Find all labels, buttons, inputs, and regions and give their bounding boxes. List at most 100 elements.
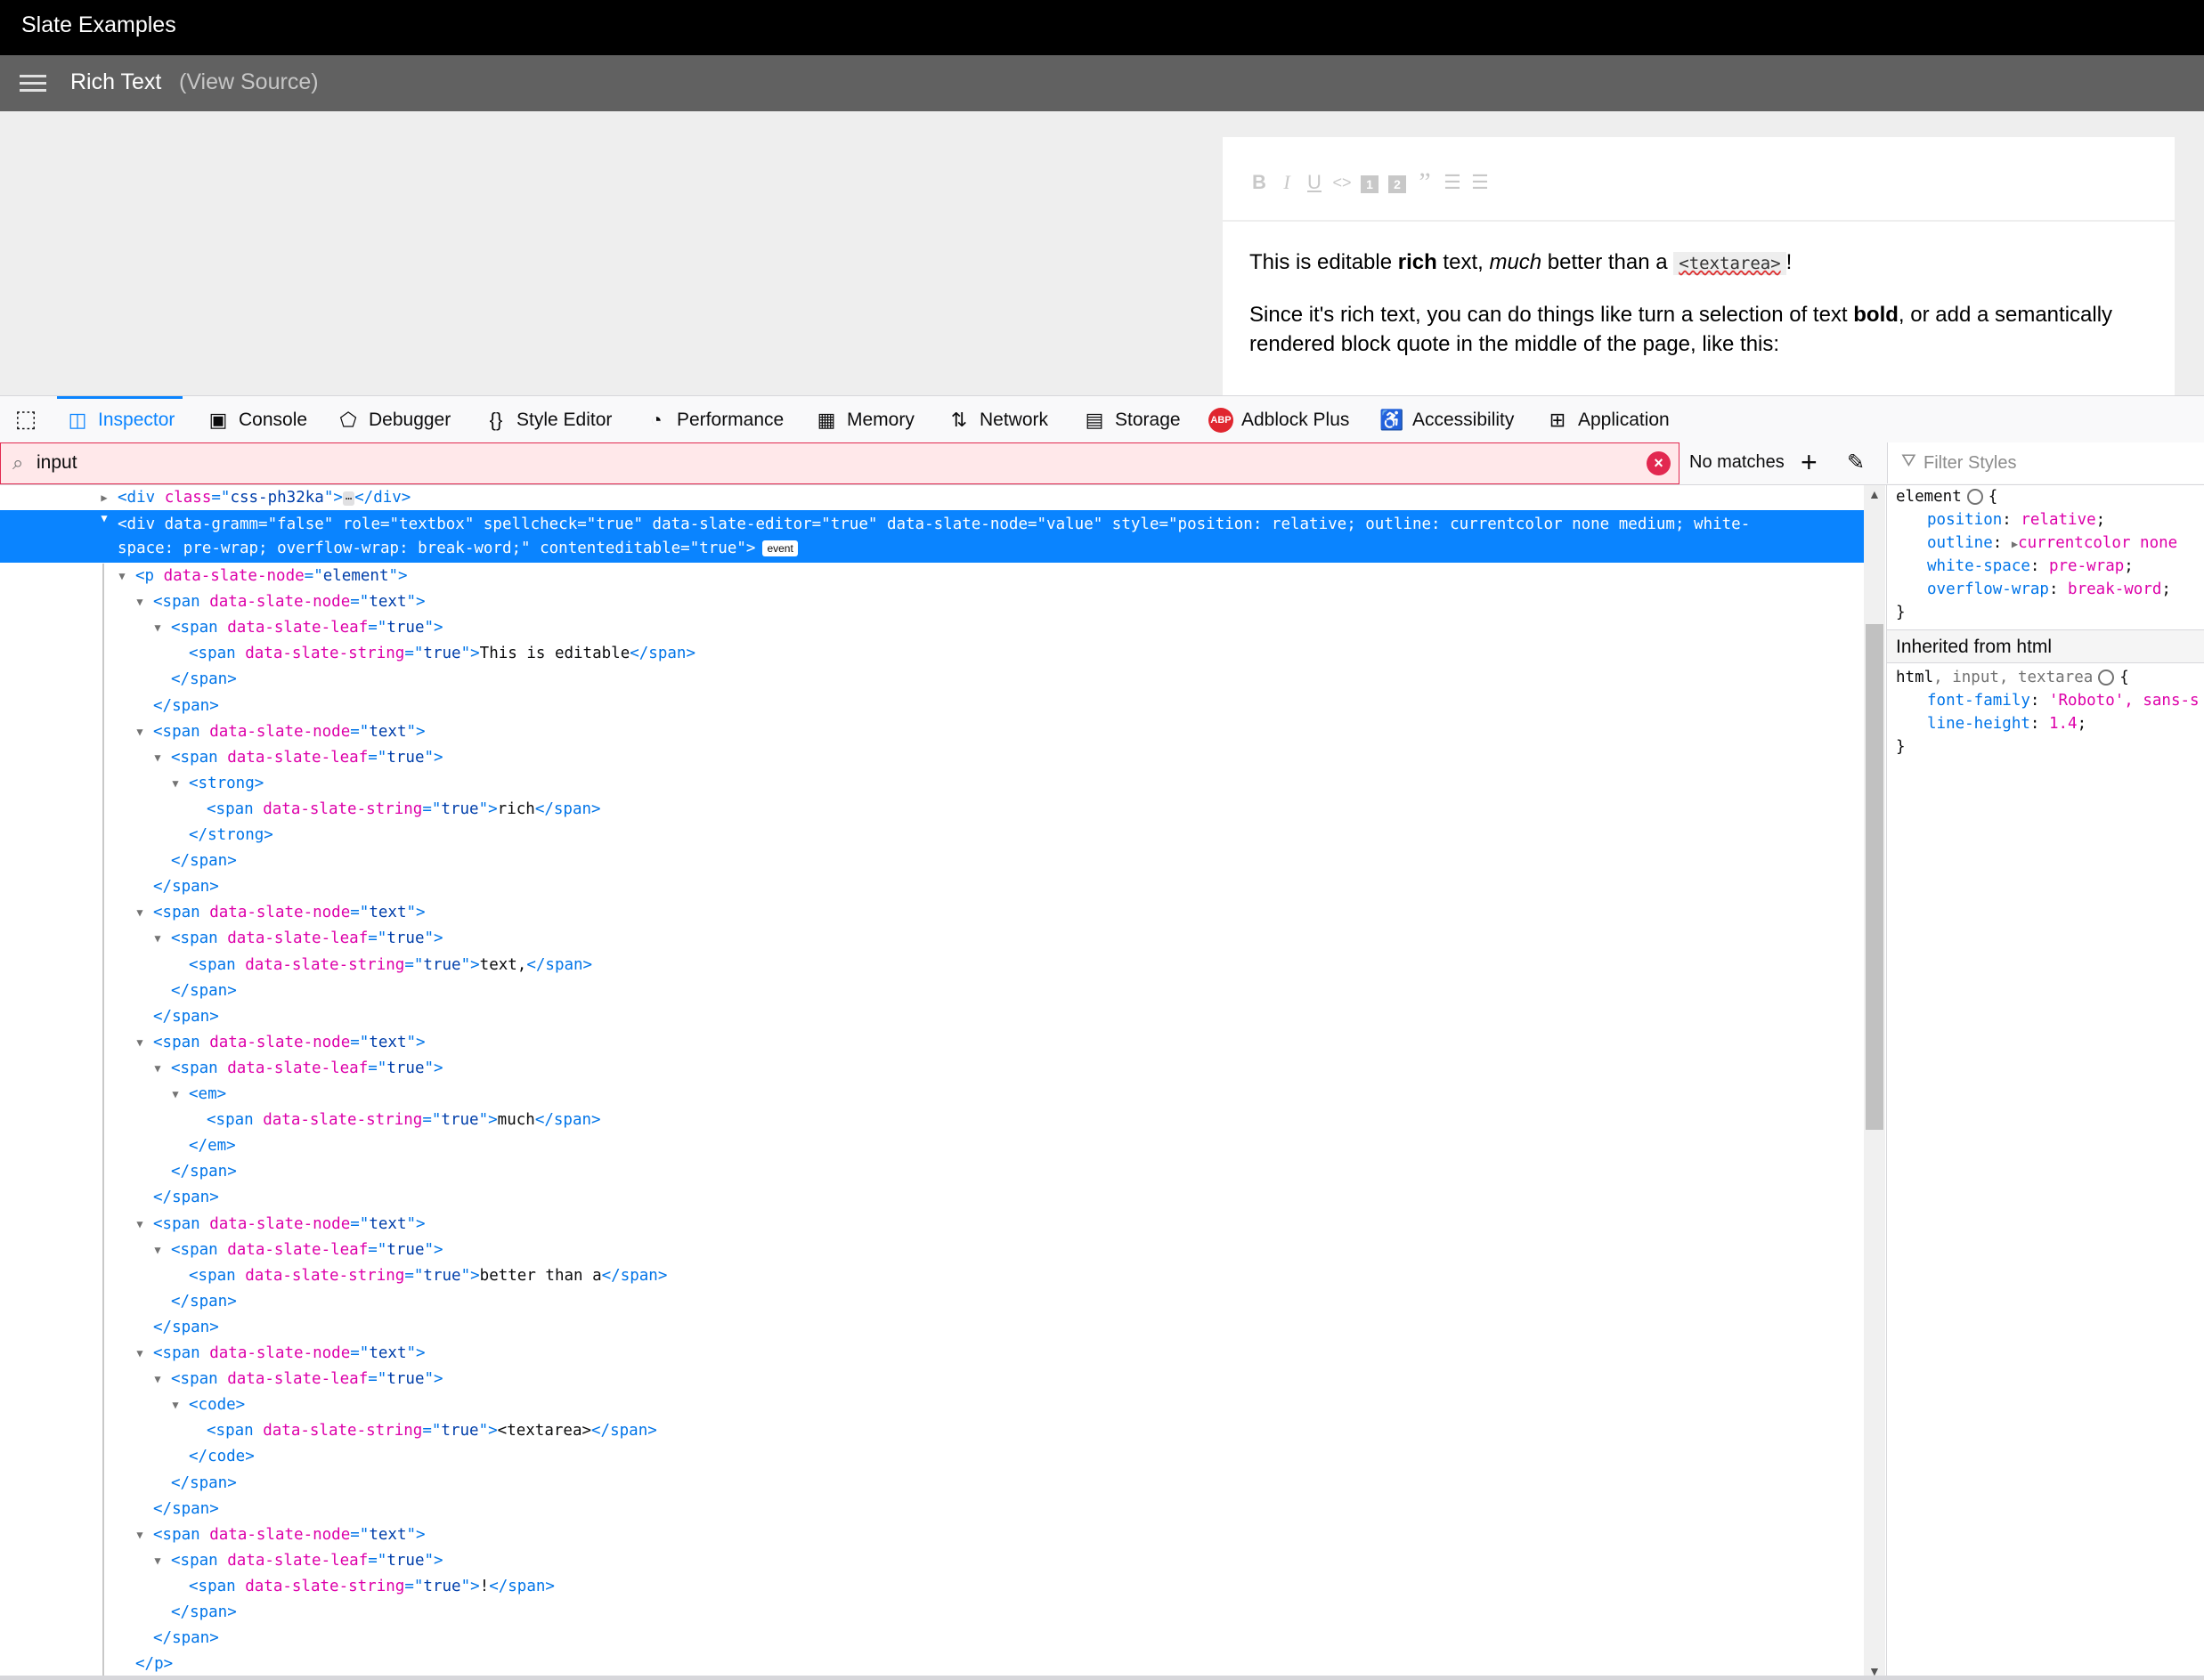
expand-twisty-icon[interactable]: ▼ — [134, 1341, 146, 1367]
markup-node[interactable]: ▼ <span data-slate-node="text"> — [0, 1030, 1864, 1056]
bulleted-list-button[interactable]: ☰ — [1467, 169, 1493, 196]
markup-node[interactable]: ▼ <span data-slate-node="text"> — [0, 589, 1864, 615]
markup-node[interactable]: </span> — [0, 1289, 1864, 1315]
numbered-list-button[interactable]: ☰ — [1439, 169, 1466, 196]
markup-node[interactable]: </span> — [0, 1315, 1864, 1341]
tab-network[interactable]: ⇅ Network — [947, 396, 1048, 443]
markup-node[interactable]: <span data-slate-string="true"><textarea… — [0, 1418, 1864, 1444]
selected-node[interactable]: ▼ <div data-gramm="false" role="textbox"… — [0, 510, 1864, 563]
expand-twisty-icon[interactable]: ▼ — [169, 1392, 182, 1418]
markup-node[interactable]: ▼ <span data-slate-leaf="true"> — [0, 615, 1864, 641]
heading-one-button[interactable]: 1 — [1356, 169, 1383, 196]
markup-node[interactable]: ▼ <span data-slate-node="text"> — [0, 900, 1864, 926]
markup-node[interactable]: </span> — [0, 1185, 1864, 1211]
tab-style-editor[interactable]: {} Style Editor — [484, 396, 613, 443]
heading-two-button[interactable]: 2 — [1384, 169, 1411, 196]
markup-node[interactable]: ▼ <p data-slate-node="element"> — [0, 564, 1864, 589]
clear-search-icon[interactable]: × — [1647, 451, 1671, 475]
gear-icon[interactable] — [2098, 670, 2115, 686]
markup-node[interactable]: ▼ <span data-slate-leaf="true"> — [0, 1367, 1864, 1392]
markup-node[interactable]: </span> — [0, 1471, 1864, 1497]
markup-node[interactable]: </code> — [0, 1444, 1864, 1470]
markup-node[interactable]: ▼ <span data-slate-leaf="true"> — [0, 1548, 1864, 1574]
markup-node[interactable]: <span data-slate-string="true">This is e… — [0, 641, 1864, 667]
tab-application[interactable]: ⊞ Application — [1545, 396, 1670, 443]
tab-console[interactable]: ▣ Console — [206, 396, 307, 443]
expand-twisty-icon[interactable]: ▼ — [151, 1548, 164, 1574]
markup-node[interactable]: </em> — [0, 1133, 1864, 1159]
rule-prop-position[interactable]: position: relative; — [1927, 508, 2105, 532]
expand-twisty-icon[interactable]: ▼ — [151, 926, 164, 952]
markup-node[interactable]: ▶ <div class="css-ph32ka"> ⋯ </div> — [0, 485, 1864, 511]
gear-icon[interactable] — [1966, 489, 1983, 505]
event-badge[interactable]: event — [762, 540, 798, 556]
tab-adblock-plus[interactable]: ABP Adblock Plus — [1208, 396, 1349, 443]
markup-node[interactable]: </span> — [0, 694, 1864, 719]
search-html-input[interactable] — [37, 450, 1622, 476]
expand-twisty-icon[interactable]: ▶ — [98, 485, 110, 511]
markup-node[interactable]: </span> — [0, 1497, 1864, 1522]
expand-twisty-icon[interactable]: ▼ — [134, 1212, 146, 1238]
tab-memory[interactable]: ▦ Memory — [814, 396, 915, 443]
tab-accessibility[interactable]: ♿ Accessibility — [1379, 396, 1514, 443]
block-quote-button[interactable]: ” — [1411, 169, 1438, 196]
underline-button[interactable]: U — [1301, 169, 1328, 196]
tab-performance[interactable]: ◔ Performance — [644, 396, 784, 443]
scrollbar-thumb[interactable] — [1866, 624, 1883, 1130]
markup-node[interactable]: </span> — [0, 1600, 1864, 1626]
expand-twisty-icon[interactable]: ▼ — [169, 1082, 182, 1108]
menu-icon[interactable] — [20, 75, 46, 93]
tab-inspector[interactable]: ◫ Inspector — [56, 396, 183, 443]
rule-prop-outline[interactable]: outline: ▶currentcolor none — [1927, 532, 2177, 555]
element-picker-icon[interactable]: ⬚ — [11, 405, 41, 435]
eyedropper-icon[interactable]: ✎ — [1847, 450, 1865, 475]
editor-content[interactable]: This is editable rich text, much better … — [1249, 248, 2149, 380]
expand-twisty-icon[interactable]: ▼ — [98, 512, 110, 524]
markup-node[interactable]: ▼ <span data-slate-node="text"> — [0, 1522, 1864, 1548]
markup-scrollbar[interactable]: ▲ ▼ — [1864, 485, 1885, 1680]
markup-node[interactable]: </p> — [0, 1652, 1864, 1677]
code-button[interactable]: <> — [1329, 169, 1355, 196]
markup-node[interactable]: </span> — [0, 874, 1864, 900]
italic-button[interactable]: I — [1273, 169, 1300, 196]
expand-twisty-icon[interactable]: ▼ — [169, 771, 182, 797]
collapsed-children-badge[interactable]: ⋯ — [342, 491, 355, 506]
markup-node[interactable]: </span> — [0, 1004, 1864, 1030]
expand-twisty-icon[interactable]: ▼ — [134, 1522, 146, 1548]
expand-twisty-icon[interactable]: ▼ — [134, 719, 146, 745]
filter-styles-input[interactable] — [1923, 450, 2191, 476]
expand-arrow-icon[interactable]: ▶ — [2012, 538, 2018, 550]
expand-twisty-icon[interactable]: ▼ — [151, 745, 164, 771]
rule-prop-font-family[interactable]: font-family: 'Roboto', sans-s — [1927, 689, 2200, 712]
expand-twisty-icon[interactable]: ▼ — [116, 564, 128, 589]
markup-node[interactable]: <span data-slate-string="true">rich</spa… — [0, 797, 1864, 823]
tab-debugger[interactable]: ⬠ Debugger — [336, 396, 451, 443]
markup-node[interactable]: </span> — [0, 978, 1864, 1004]
markup-node[interactable]: <span data-slate-string="true">!</span> — [0, 1574, 1864, 1600]
add-node-icon[interactable]: + — [1801, 446, 1818, 478]
markup-node[interactable]: ▼ <span data-slate-leaf="true"> — [0, 1056, 1864, 1082]
view-source-link[interactable]: (View Source) — [179, 69, 319, 95]
markup-node[interactable]: </span> — [0, 1159, 1864, 1185]
markup-node[interactable]: <span data-slate-string="true">text,</sp… — [0, 953, 1864, 978]
markup-node[interactable]: ▼ <strong> — [0, 771, 1864, 797]
markup-node[interactable]: ▼ <span data-slate-leaf="true"> — [0, 926, 1864, 952]
expand-twisty-icon[interactable]: ▼ — [151, 1056, 164, 1082]
expand-twisty-icon[interactable]: ▼ — [134, 589, 146, 615]
markup-node[interactable]: ▼ <code> — [0, 1392, 1864, 1418]
markup-node[interactable]: ▼ <em> — [0, 1082, 1864, 1108]
expand-twisty-icon[interactable]: ▼ — [134, 900, 146, 926]
scroll-up-icon[interactable]: ▲ — [1868, 487, 1881, 501]
markup-node[interactable]: ▼ <span data-slate-node="text"> — [0, 1212, 1864, 1238]
markup-node[interactable]: </strong> — [0, 823, 1864, 848]
expand-twisty-icon[interactable]: ▼ — [151, 615, 164, 641]
rule-prop-line-height[interactable]: line-height: 1.4; — [1927, 712, 2086, 735]
expand-twisty-icon[interactable]: ▼ — [151, 1238, 164, 1263]
markup-node[interactable]: </span> — [0, 848, 1864, 874]
tab-storage[interactable]: ▤ Storage — [1082, 396, 1181, 443]
bold-button[interactable]: B — [1246, 169, 1273, 196]
markup-node[interactable]: ▼ <span data-slate-leaf="true"> — [0, 745, 1864, 771]
expand-twisty-icon[interactable]: ▼ — [134, 1030, 146, 1056]
rule-prop-overflow-wrap[interactable]: overflow-wrap: break-word; — [1927, 578, 2171, 601]
markup-node[interactable]: ▼ <span data-slate-node="text"> — [0, 719, 1864, 745]
